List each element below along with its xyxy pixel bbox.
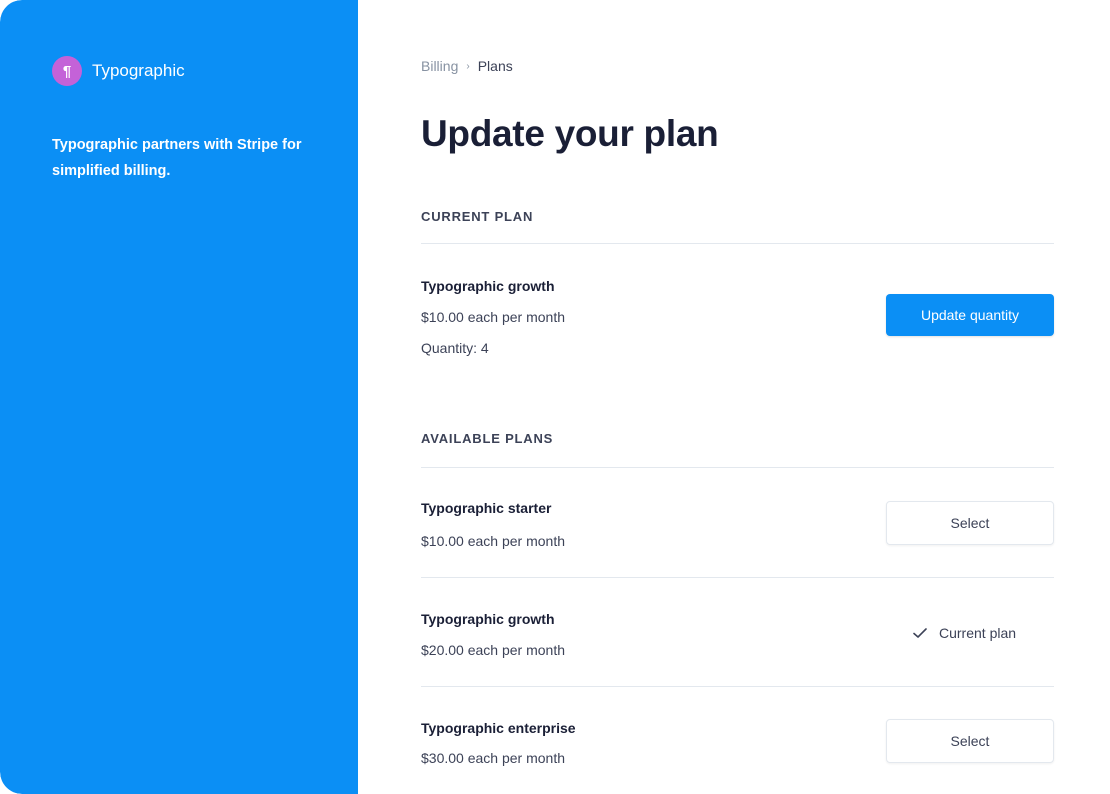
plan-starter-name: Typographic starter — [421, 500, 552, 516]
plan-growth-name: Typographic growth — [421, 611, 555, 627]
app-frame: ¶ Typographic Typographic partners with … — [0, 0, 1110, 794]
main-content: Billing › Plans Update your plan CURRENT… — [421, 0, 1054, 794]
plan-enterprise-name: Typographic enterprise — [421, 720, 576, 736]
divider — [421, 577, 1054, 578]
sidebar-tagline: Typographic partners with Stripe for sim… — [52, 137, 302, 179]
select-enterprise-button[interactable]: Select — [886, 719, 1054, 763]
current-plan-name: Typographic growth — [421, 278, 555, 294]
sidebar: ¶ Typographic Typographic partners with … — [0, 0, 358, 794]
plan-enterprise-price: $30.00 each per month — [421, 750, 565, 766]
divider — [421, 243, 1054, 244]
current-plan-label: Current plan — [939, 625, 1017, 641]
check-icon — [911, 624, 929, 642]
select-starter-button[interactable]: Select — [886, 501, 1054, 545]
page-title: Update your plan — [421, 113, 719, 154]
current-plan-heading: CURRENT PLAN — [421, 209, 534, 224]
brand-logo-icon: ¶ — [52, 56, 82, 86]
current-plan-price: $10.00 each per month — [421, 309, 565, 325]
divider — [421, 467, 1054, 468]
breadcrumb-plans: Plans — [477, 58, 513, 74]
brand: ¶ Typographic — [52, 56, 185, 86]
breadcrumb-separator-icon: › — [466, 60, 470, 72]
update-quantity-button[interactable]: Update quantity — [886, 294, 1054, 336]
available-plans-heading: AVAILABLE PLANS — [421, 431, 554, 446]
breadcrumb: Billing › Plans — [421, 58, 513, 74]
plan-starter-price: $10.00 each per month — [421, 533, 565, 549]
current-plan-quantity: Quantity: 4 — [421, 340, 489, 356]
divider — [421, 686, 1054, 687]
plan-growth-price: $20.00 each per month — [421, 642, 565, 658]
brand-name: Typographic — [92, 61, 185, 80]
breadcrumb-billing-link[interactable]: Billing — [421, 58, 458, 74]
current-plan-indicator: Current plan — [911, 622, 1016, 644]
